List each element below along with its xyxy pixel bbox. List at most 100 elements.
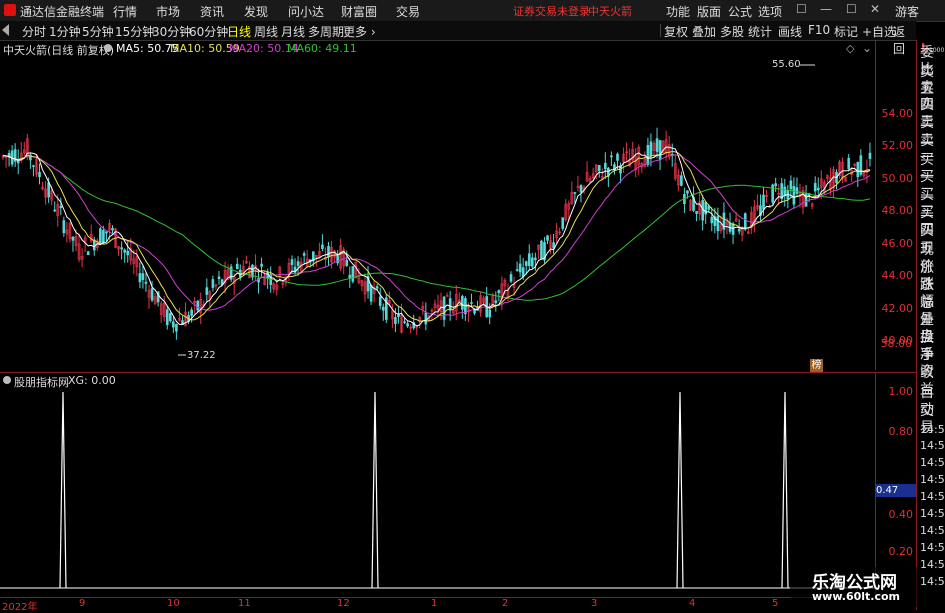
menu-wenxiaoda[interactable]: 问小达 — [288, 3, 324, 20]
menu-gongneng[interactable]: 功能 — [666, 3, 690, 20]
tick-time: 14:55 — [920, 439, 945, 452]
guest-label[interactable]: 游客 — [895, 3, 919, 20]
candle-body — [680, 175, 683, 186]
period-15min[interactable]: 15分钟 — [115, 23, 154, 40]
candle-body — [534, 257, 537, 261]
indicator-value: XG: 0.00 — [68, 374, 116, 387]
tick-time: 14:55 — [920, 456, 945, 469]
menu-xuanxiang[interactable]: 选项 — [758, 3, 782, 20]
menu-zixun[interactable]: 资讯 — [200, 3, 224, 20]
candle-body — [302, 253, 306, 256]
candle-body — [795, 187, 799, 194]
indicator-settings-icon[interactable] — [3, 376, 11, 384]
candle-body — [646, 145, 650, 165]
tool-diejia[interactable]: 叠加 — [692, 23, 716, 40]
tool-tongji[interactable]: 统计 — [748, 23, 772, 40]
candle-body — [38, 171, 41, 178]
tool-fuquan[interactable]: 复权 — [664, 23, 688, 40]
price-tick: 42.00 — [881, 302, 914, 315]
candle-body — [403, 321, 406, 324]
candle-body — [731, 223, 735, 235]
ma5-line — [2, 146, 871, 327]
candle-body — [172, 321, 175, 328]
period-monthly[interactable]: 月线 — [281, 23, 305, 40]
candle-body — [397, 314, 400, 318]
price-tick: 46.00 — [881, 237, 914, 250]
candle-body — [141, 273, 145, 280]
menu-faxian[interactable]: 发现 — [244, 3, 268, 20]
candle-body — [518, 263, 522, 273]
period-weekly[interactable]: 周线 — [254, 23, 278, 40]
candle-body — [655, 138, 659, 152]
tick-time: 14:56 — [920, 473, 945, 486]
period-more[interactable]: 更多 › — [343, 23, 376, 40]
candle-body — [604, 162, 607, 170]
menu-banmian[interactable]: 版面 — [697, 3, 721, 20]
close-icon[interactable]: ✕ — [870, 2, 880, 16]
candle-body — [351, 266, 355, 282]
period-multi[interactable]: 多周期 — [308, 23, 344, 40]
date-tick: 1 — [431, 598, 438, 609]
menu-jiaoyi[interactable]: 交易 — [396, 3, 420, 20]
candle-body — [573, 192, 577, 194]
tool-f10[interactable]: F10 — [808, 23, 830, 37]
candle-body — [138, 273, 142, 283]
period-5min[interactable]: 5分钟 — [82, 23, 114, 40]
candle-body — [515, 269, 519, 271]
candle-body — [47, 182, 50, 198]
price-tick: 38.00 — [880, 337, 913, 350]
candle-body — [120, 247, 123, 250]
period-1min[interactable]: 1分钟 — [49, 23, 81, 40]
tool-biaoji[interactable]: 标记 — [834, 23, 858, 40]
candle-body — [217, 276, 221, 280]
date-tick: 5 — [772, 598, 779, 609]
minimize-icon[interactable]: — — [820, 2, 832, 16]
candle-body — [497, 290, 501, 294]
date-tick: 11 — [238, 598, 251, 609]
candle-body — [99, 228, 102, 245]
maximize-icon[interactable]: ☐ — [846, 2, 857, 16]
chart-title: 中天火箭(日线 前复权) — [3, 44, 115, 57]
diamond-icon[interactable]: ◇ — [846, 42, 854, 55]
menu-shichang[interactable]: 市场 — [156, 3, 180, 20]
settings-dot-icon[interactable] — [104, 44, 112, 52]
candle-body — [211, 279, 215, 288]
candlestick-chart[interactable] — [0, 59, 875, 375]
tool-huaxian[interactable]: 画线 — [778, 23, 802, 40]
restore-icon[interactable]: ☐ — [796, 2, 807, 16]
collapse-icon[interactable]: ⌄ — [862, 41, 872, 55]
tool-zixuan[interactable]: +自选 — [862, 23, 896, 40]
candle-body — [348, 274, 352, 279]
candle-body — [488, 309, 492, 318]
candle-body — [424, 312, 428, 325]
date-tick: 2022年 — [2, 602, 38, 613]
period-fenshi[interactable]: 分时 — [22, 23, 46, 40]
period-30min[interactable]: 30分钟 — [152, 23, 191, 40]
candle-body — [406, 323, 409, 327]
candle-body — [540, 240, 543, 260]
arrow-left-icon[interactable] — [2, 24, 9, 36]
candle-body — [521, 267, 525, 277]
menu-caifuquan[interactable]: 财富圈 — [341, 3, 377, 20]
price-tick: 52.00 — [881, 139, 914, 152]
candle-body — [111, 228, 114, 231]
login-notice[interactable]: 证券交易未登录 — [513, 3, 590, 19]
period-daily[interactable]: 日线 — [227, 23, 251, 40]
indicator-chart[interactable] — [0, 388, 875, 595]
period-60min[interactable]: 60分钟 — [189, 23, 228, 40]
ma20-line — [2, 154, 871, 317]
stock-name-title: 中天火箭 — [588, 5, 632, 18]
ranking-badge[interactable]: 榜 — [810, 359, 823, 372]
candle-body — [792, 186, 796, 205]
candle-body — [165, 309, 169, 326]
menu-gongshi[interactable]: 公式 — [728, 3, 752, 20]
tool-duogu[interactable]: 多股 — [720, 23, 744, 40]
candle-body — [102, 230, 105, 244]
tick-time: 14:56 — [920, 575, 945, 588]
high-price-label: 55.60 — [772, 59, 801, 70]
candle-body — [816, 187, 820, 191]
candle-body — [494, 300, 498, 304]
candle-body — [296, 261, 300, 267]
menu-hangqing[interactable]: 行情 — [113, 3, 137, 20]
tick-time: 14:56 — [920, 524, 945, 537]
